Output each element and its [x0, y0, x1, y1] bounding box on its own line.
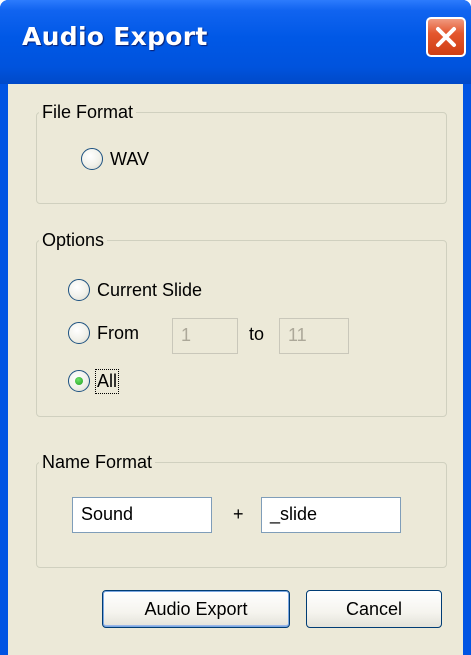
audio-export-button[interactable]: Audio Export	[102, 590, 290, 628]
all-radio[interactable]	[68, 370, 90, 392]
from-slide-field[interactable]: 1	[172, 318, 238, 354]
plus-sign: +	[233, 504, 244, 524]
all-option[interactable]: All	[68, 368, 120, 394]
file-format-legend: File Format	[42, 102, 134, 122]
current-slide-radio[interactable]	[68, 279, 90, 301]
wav-option[interactable]: WAV	[81, 148, 149, 170]
to-slide-field[interactable]: 11	[279, 318, 349, 354]
to-label: to	[249, 324, 265, 344]
current-slide-label: Current Slide	[97, 279, 203, 300]
close-button[interactable]	[426, 17, 466, 57]
name-prefix-input[interactable]: Sound	[72, 497, 212, 533]
window-title: Audio Export	[22, 22, 208, 51]
close-icon	[436, 27, 456, 47]
name-format-legend: Name Format	[42, 452, 153, 472]
audio-export-dialog: Audio Export File Format WAV Options Cur…	[0, 0, 471, 655]
wav-radio[interactable]	[81, 148, 103, 170]
from-label: From	[97, 322, 139, 343]
title-bar[interactable]: Audio Export	[0, 0, 471, 84]
dialog-body: File Format WAV Options Current Slide Fr…	[8, 84, 463, 655]
all-label: All	[94, 368, 120, 394]
from-radio[interactable]	[68, 322, 90, 344]
wav-label: WAV	[110, 148, 149, 169]
from-option[interactable]: From	[68, 322, 139, 344]
current-slide-option[interactable]: Current Slide	[68, 279, 202, 301]
cancel-button[interactable]: Cancel	[306, 590, 442, 628]
name-suffix-input[interactable]: _slide	[261, 497, 401, 533]
options-legend: Options	[42, 230, 105, 250]
